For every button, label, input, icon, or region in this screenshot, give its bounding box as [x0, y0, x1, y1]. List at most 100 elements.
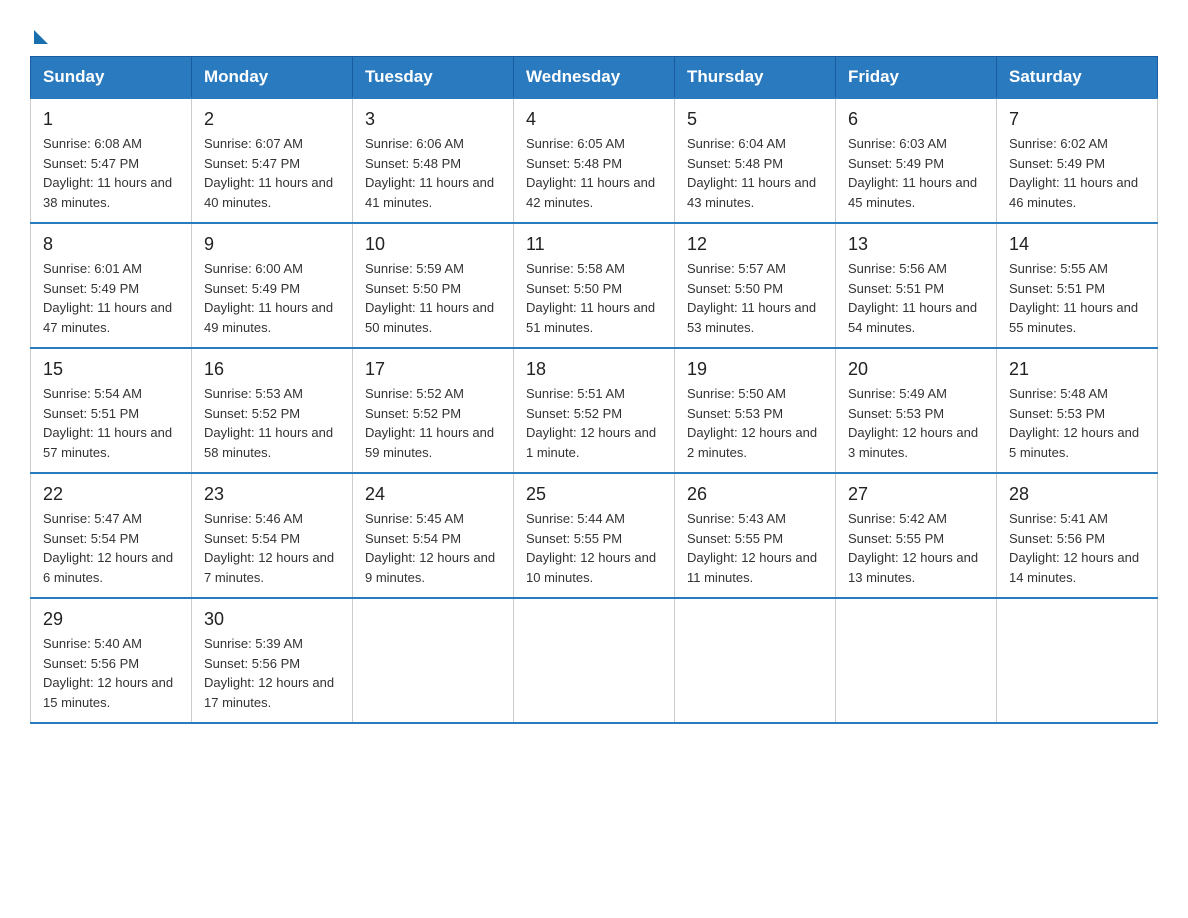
day-info: Sunrise: 5:41 AMSunset: 5:56 PMDaylight:…: [1009, 509, 1145, 587]
calendar-cell: 2 Sunrise: 6:07 AMSunset: 5:47 PMDaylight…: [192, 98, 353, 223]
calendar-header: SundayMondayTuesdayWednesdayThursdayFrid…: [31, 57, 1158, 99]
day-header-thursday: Thursday: [675, 57, 836, 99]
day-info: Sunrise: 5:57 AMSunset: 5:50 PMDaylight:…: [687, 259, 823, 337]
day-info: Sunrise: 5:51 AMSunset: 5:52 PMDaylight:…: [526, 384, 662, 462]
day-number: 19: [687, 359, 823, 380]
day-info: Sunrise: 5:44 AMSunset: 5:55 PMDaylight:…: [526, 509, 662, 587]
calendar-cell: 30Sunrise: 5:39 AMSunset: 5:56 PMDayligh…: [192, 598, 353, 723]
calendar-cell: 12 Sunrise: 5:57 AMSunset: 5:50 PMDayligh…: [675, 223, 836, 348]
day-info: Sunrise: 5:56 AMSunset: 5:51 PMDaylight:…: [848, 259, 984, 337]
calendar-cell: 8 Sunrise: 6:01 AMSunset: 5:49 PMDaylight…: [31, 223, 192, 348]
day-number: 11: [526, 234, 662, 255]
day-info: Sunrise: 5:55 AMSunset: 5:51 PMDaylight:…: [1009, 259, 1145, 337]
calendar-cell: 20 Sunrise: 5:49 AMSunset: 5:53 PMDayligh…: [836, 348, 997, 473]
day-header-saturday: Saturday: [997, 57, 1158, 99]
day-number: 28: [1009, 484, 1145, 505]
day-info: Sunrise: 5:52 AMSunset: 5:52 PMDaylight:…: [365, 384, 501, 462]
day-info: Sunrise: 5:58 AMSunset: 5:50 PMDaylight:…: [526, 259, 662, 337]
day-info: Sunrise: 5:45 AMSunset: 5:54 PMDaylight:…: [365, 509, 501, 587]
day-number: 6: [848, 109, 984, 130]
day-info: Sunrise: 6:08 AMSunset: 5:47 PMDaylight:…: [43, 134, 179, 212]
day-number: 29: [43, 609, 179, 630]
header: [30, 20, 1158, 46]
day-info: Sunrise: 6:01 AMSunset: 5:49 PMDaylight:…: [43, 259, 179, 337]
calendar-table: SundayMondayTuesdayWednesdayThursdayFrid…: [30, 56, 1158, 724]
calendar-week-row: 22 Sunrise: 5:47 AMSunset: 5:54 PMDayligh…: [31, 473, 1158, 598]
day-number: 1: [43, 109, 179, 130]
calendar-cell: 25Sunrise: 5:44 AMSunset: 5:55 PMDayligh…: [514, 473, 675, 598]
day-info: Sunrise: 5:46 AMSunset: 5:54 PMDaylight:…: [204, 509, 340, 587]
calendar-cell: 6 Sunrise: 6:03 AMSunset: 5:49 PMDaylight…: [836, 98, 997, 223]
day-number: 4: [526, 109, 662, 130]
day-number: 15: [43, 359, 179, 380]
day-info: Sunrise: 5:50 AMSunset: 5:53 PMDaylight:…: [687, 384, 823, 462]
calendar-week-row: 8 Sunrise: 6:01 AMSunset: 5:49 PMDaylight…: [31, 223, 1158, 348]
day-number: 9: [204, 234, 340, 255]
day-number: 2: [204, 109, 340, 130]
day-info: Sunrise: 5:48 AMSunset: 5:53 PMDaylight:…: [1009, 384, 1145, 462]
calendar-cell: 4 Sunrise: 6:05 AMSunset: 5:48 PMDaylight…: [514, 98, 675, 223]
day-info: Sunrise: 5:47 AMSunset: 5:54 PMDaylight:…: [43, 509, 179, 587]
day-number: 3: [365, 109, 501, 130]
calendar-cell: 16Sunrise: 5:53 AMSunset: 5:52 PMDayligh…: [192, 348, 353, 473]
calendar-cell: 10 Sunrise: 5:59 AMSunset: 5:50 PMDayligh…: [353, 223, 514, 348]
calendar-cell: 1 Sunrise: 6:08 AMSunset: 5:47 PMDaylight…: [31, 98, 192, 223]
calendar-week-row: 1 Sunrise: 6:08 AMSunset: 5:47 PMDaylight…: [31, 98, 1158, 223]
calendar-cell: 3Sunrise: 6:06 AMSunset: 5:48 PMDaylight…: [353, 98, 514, 223]
day-info: Sunrise: 5:49 AMSunset: 5:53 PMDaylight:…: [848, 384, 984, 462]
day-number: 26: [687, 484, 823, 505]
day-info: Sunrise: 6:05 AMSunset: 5:48 PMDaylight:…: [526, 134, 662, 212]
calendar-cell: 26 Sunrise: 5:43 AMSunset: 5:55 PMDayligh…: [675, 473, 836, 598]
calendar-week-row: 29 Sunrise: 5:40 AMSunset: 5:56 PMDayligh…: [31, 598, 1158, 723]
calendar-cell: 28 Sunrise: 5:41 AMSunset: 5:56 PMDayligh…: [997, 473, 1158, 598]
calendar-cell: 7Sunrise: 6:02 AMSunset: 5:49 PMDaylight…: [997, 98, 1158, 223]
logo-blue-text: [30, 30, 48, 46]
day-number: 27: [848, 484, 984, 505]
calendar-cell: 15 Sunrise: 5:54 AMSunset: 5:51 PMDayligh…: [31, 348, 192, 473]
day-header-wednesday: Wednesday: [514, 57, 675, 99]
day-header-friday: Friday: [836, 57, 997, 99]
calendar-cell: [997, 598, 1158, 723]
calendar-cell: 21Sunrise: 5:48 AMSunset: 5:53 PMDayligh…: [997, 348, 1158, 473]
calendar-cell: [675, 598, 836, 723]
calendar-header-row: SundayMondayTuesdayWednesdayThursdayFrid…: [31, 57, 1158, 99]
day-number: 18: [526, 359, 662, 380]
day-header-monday: Monday: [192, 57, 353, 99]
day-info: Sunrise: 5:54 AMSunset: 5:51 PMDaylight:…: [43, 384, 179, 462]
day-number: 30: [204, 609, 340, 630]
day-header-sunday: Sunday: [31, 57, 192, 99]
day-info: Sunrise: 5:43 AMSunset: 5:55 PMDaylight:…: [687, 509, 823, 587]
calendar-cell: 24 Sunrise: 5:45 AMSunset: 5:54 PMDayligh…: [353, 473, 514, 598]
calendar-cell: 27Sunrise: 5:42 AMSunset: 5:55 PMDayligh…: [836, 473, 997, 598]
calendar-body: 1 Sunrise: 6:08 AMSunset: 5:47 PMDaylight…: [31, 98, 1158, 723]
calendar-week-row: 15 Sunrise: 5:54 AMSunset: 5:51 PMDayligh…: [31, 348, 1158, 473]
calendar-cell: 29 Sunrise: 5:40 AMSunset: 5:56 PMDayligh…: [31, 598, 192, 723]
day-number: 10: [365, 234, 501, 255]
day-info: Sunrise: 6:04 AMSunset: 5:48 PMDaylight:…: [687, 134, 823, 212]
day-number: 20: [848, 359, 984, 380]
day-number: 12: [687, 234, 823, 255]
day-number: 7: [1009, 109, 1145, 130]
calendar-cell: 11 Sunrise: 5:58 AMSunset: 5:50 PMDayligh…: [514, 223, 675, 348]
logo-triangle-icon: [34, 30, 48, 44]
day-info: Sunrise: 5:40 AMSunset: 5:56 PMDaylight:…: [43, 634, 179, 712]
day-info: Sunrise: 6:07 AMSunset: 5:47 PMDaylight:…: [204, 134, 340, 212]
day-info: Sunrise: 6:03 AMSunset: 5:49 PMDaylight:…: [848, 134, 984, 212]
calendar-cell: 23 Sunrise: 5:46 AMSunset: 5:54 PMDayligh…: [192, 473, 353, 598]
day-number: 14: [1009, 234, 1145, 255]
day-number: 22: [43, 484, 179, 505]
day-number: 8: [43, 234, 179, 255]
day-number: 24: [365, 484, 501, 505]
calendar-cell: 17 Sunrise: 5:52 AMSunset: 5:52 PMDayligh…: [353, 348, 514, 473]
day-info: Sunrise: 5:59 AMSunset: 5:50 PMDaylight:…: [365, 259, 501, 337]
calendar-cell: [836, 598, 997, 723]
calendar-cell: 18 Sunrise: 5:51 AMSunset: 5:52 PMDayligh…: [514, 348, 675, 473]
day-number: 17: [365, 359, 501, 380]
calendar-cell: [514, 598, 675, 723]
calendar-cell: 19 Sunrise: 5:50 AMSunset: 5:53 PMDayligh…: [675, 348, 836, 473]
calendar-cell: [353, 598, 514, 723]
day-number: 23: [204, 484, 340, 505]
calendar-cell: 5Sunrise: 6:04 AMSunset: 5:48 PMDaylight…: [675, 98, 836, 223]
day-number: 13: [848, 234, 984, 255]
day-number: 16: [204, 359, 340, 380]
